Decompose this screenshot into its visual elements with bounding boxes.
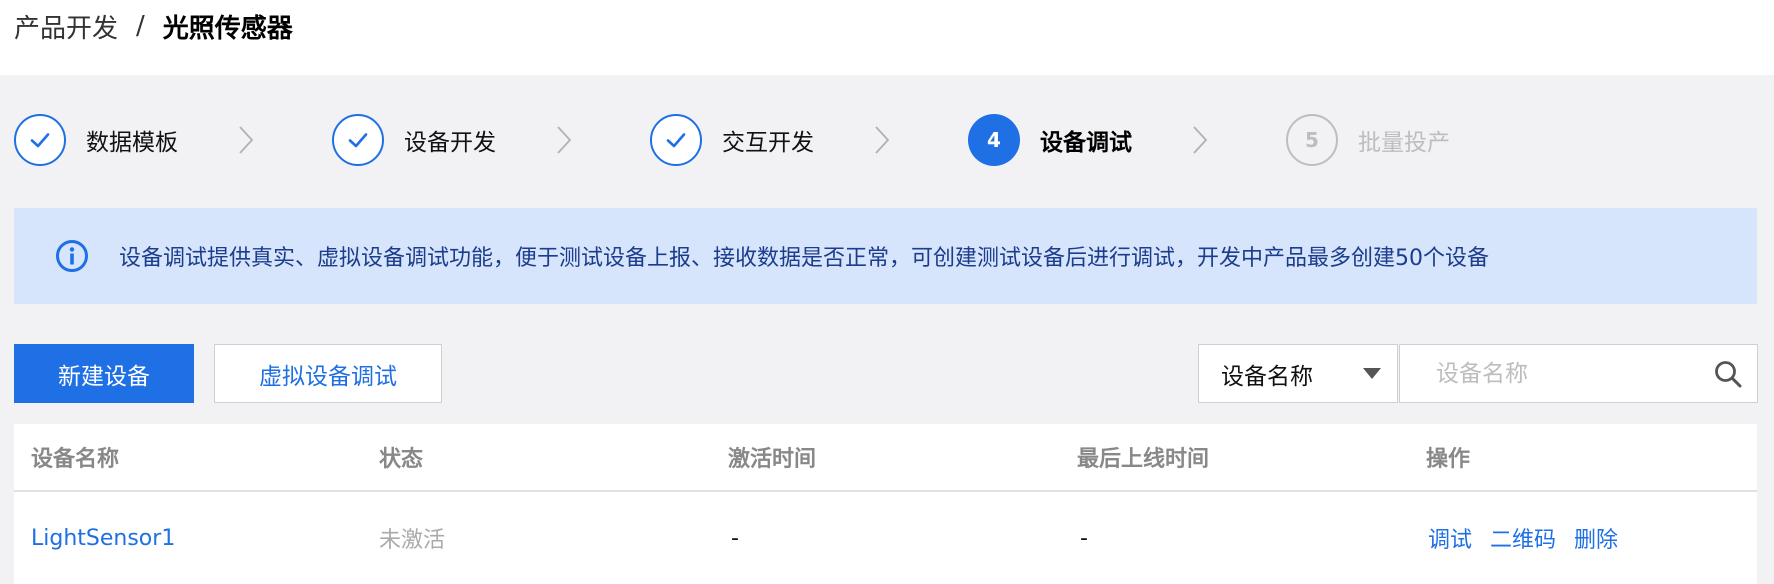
step-label: 设备开发 [404,130,496,156]
search-field-select[interactable]: 设备名称 [1198,344,1398,403]
step-label: 批量投产 [1358,130,1450,156]
status-text: 未激活 [379,528,446,553]
check-icon [30,133,50,148]
chevron-right-icon [875,126,890,154]
search-field-selected-value: 设备名称 [1221,363,1313,390]
chevron-right-icon [1193,126,1208,154]
alert-message: 设备调试提供真实、虚拟设备调试功能，便于测试设备上报、接收数据是否正常，可创建测… [119,246,1489,271]
main-content: 数据模板 设备开发 交互开发 4 设备调试 5 批量投产 设备调试提供真实、虚拟… [0,75,1774,584]
search-box [1399,344,1758,403]
table-header: 设备名称 状态 激活时间 最后上线时间 操作 [14,424,1757,492]
caret-down-icon [1363,368,1381,379]
last-online-cell: - [1080,525,1088,551]
top-bar: 产品开发 / 光照传感器 [0,0,1774,75]
step-status-circle [14,114,66,166]
step-number-badge: 5 [1286,114,1338,166]
breadcrumb-parent-link[interactable]: 产品开发 [14,8,118,45]
step-label: 数据模板 [86,130,178,156]
breadcrumb-separator: / [136,11,145,41]
step-device-development[interactable]: 设备开发 [332,113,496,167]
info-alert: 设备调试提供真实、虚拟设备调试功能，便于测试设备上报、接收数据是否正常，可创建测… [14,208,1757,304]
step-status-circle [650,114,702,166]
info-icon [56,240,88,272]
search-icon[interactable] [1713,359,1743,389]
step-device-debug[interactable]: 4 设备调试 [968,113,1132,167]
column-header-activated-at: 激活时间 [728,447,817,472]
create-device-button[interactable]: 新建设备 [14,344,194,403]
device-table: 设备名称 状态 激活时间 最后上线时间 操作 LightSensor1 未激活 … [14,424,1757,584]
breadcrumb: 产品开发 / 光照传感器 [14,6,293,46]
column-header-status: 状态 [379,447,424,472]
chevron-right-icon [557,126,572,154]
stepper: 数据模板 设备开发 交互开发 4 设备调试 5 批量投产 [14,113,1754,167]
device-name-link[interactable]: LightSensor1 [31,492,175,584]
column-header-actions: 操作 [1426,447,1471,472]
activated-at-cell: - [731,525,739,551]
check-icon [666,133,686,148]
column-header-last-online: 最后上线时间 [1077,447,1210,472]
debug-action-link[interactable]: 调试 [1428,522,1472,554]
search-input[interactable] [1400,360,1700,387]
qrcode-action-link[interactable]: 二维码 [1490,522,1556,554]
delete-action-link[interactable]: 删除 [1574,522,1618,554]
table-row: LightSensor1 未激活 - - 调试 二维码 删除 [14,492,1757,584]
column-header-device-name: 设备名称 [31,447,120,472]
page-title: 光照传感器 [162,13,293,44]
step-data-template[interactable]: 数据模板 [14,113,178,167]
chevron-right-icon [239,126,254,154]
step-number-badge: 4 [968,114,1020,166]
step-mass-production[interactable]: 5 批量投产 [1286,113,1450,167]
step-interaction-development[interactable]: 交互开发 [650,113,814,167]
step-status-circle [332,114,384,166]
step-label: 设备调试 [1040,130,1132,156]
step-label: 交互开发 [722,130,814,156]
virtual-device-debug-button[interactable]: 虚拟设备调试 [214,344,442,403]
row-actions: 调试 二维码 删除 [1428,492,1636,584]
check-icon [348,133,368,148]
